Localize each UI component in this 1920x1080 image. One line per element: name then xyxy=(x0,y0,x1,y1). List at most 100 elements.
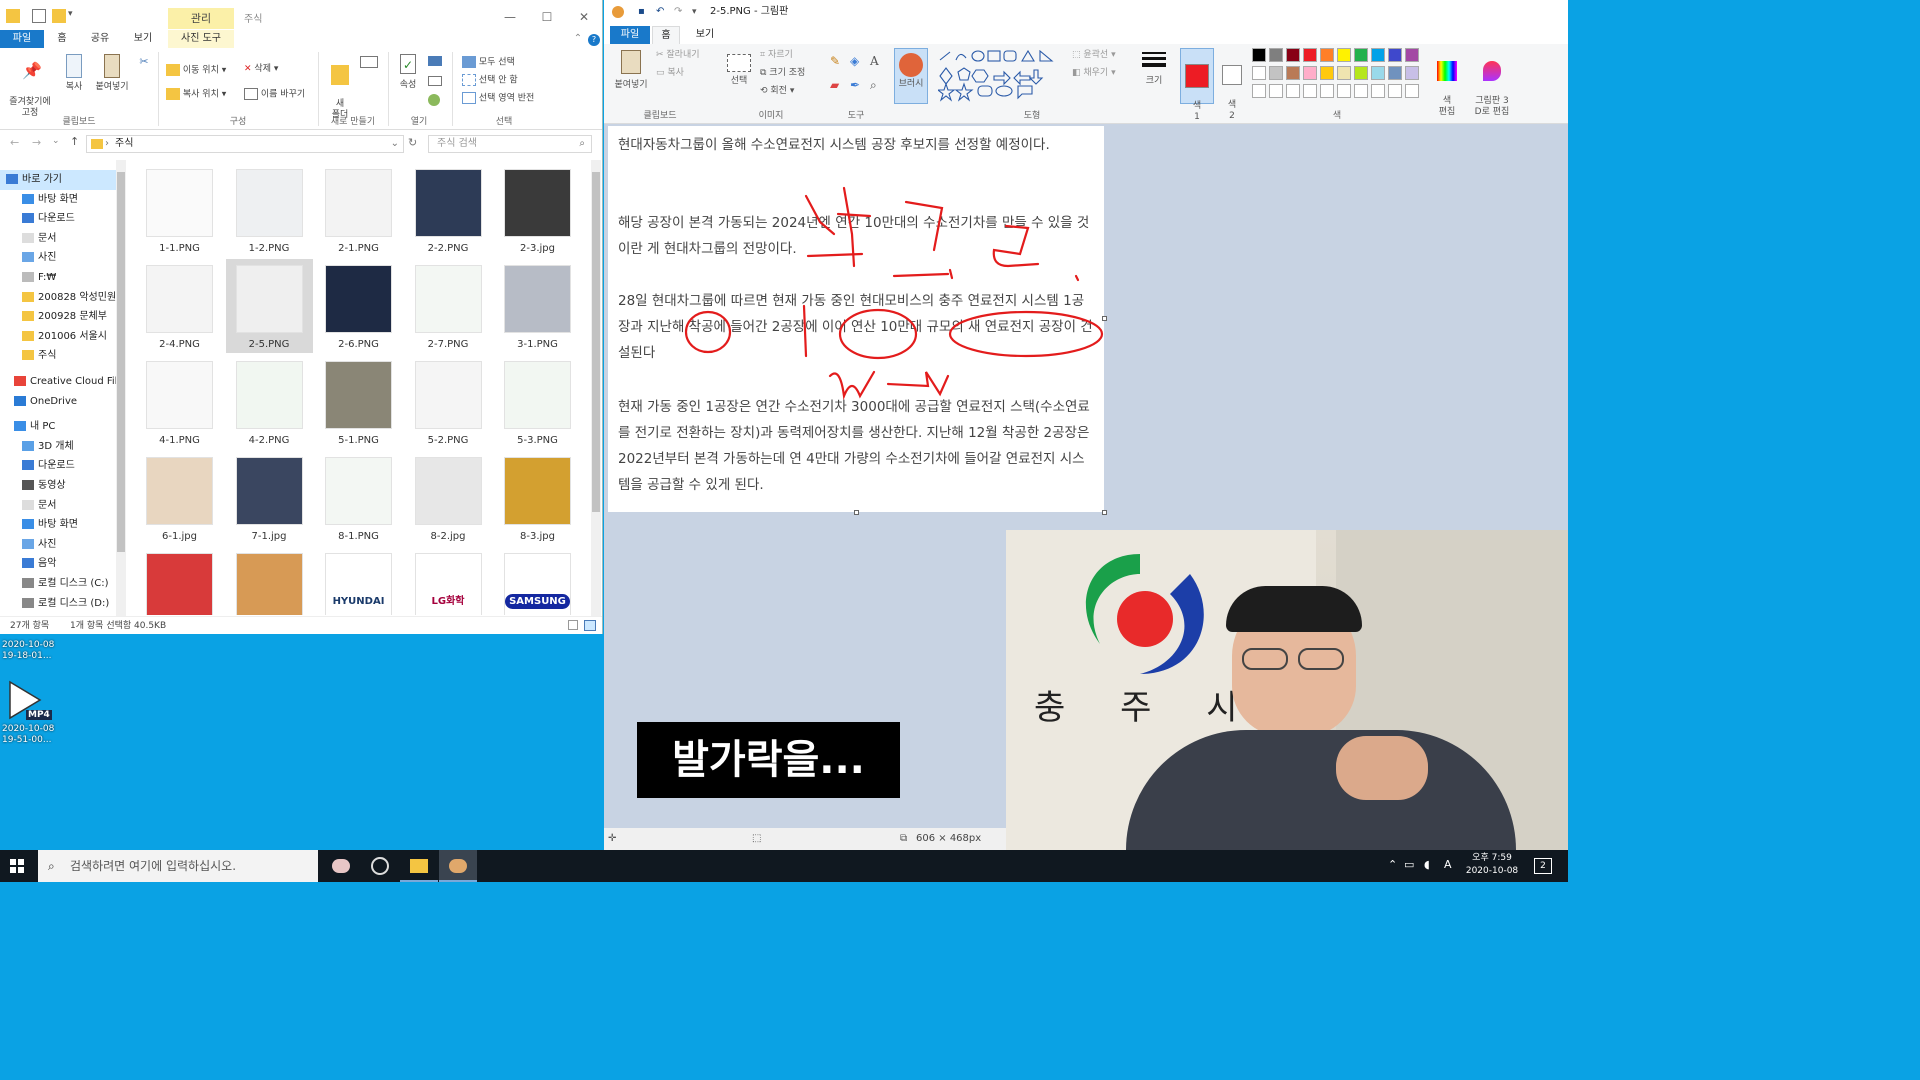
file-thumbnail[interactable]: 5-1.PNG xyxy=(315,355,402,449)
palette-swatch[interactable] xyxy=(1303,66,1317,80)
help-icon[interactable]: ? xyxy=(588,34,600,46)
select-none-button[interactable]: 선택 안 함 xyxy=(462,74,518,87)
palette-swatch[interactable] xyxy=(1320,66,1334,80)
taskbar-app-kakao[interactable] xyxy=(322,850,360,882)
nav-item[interactable]: 사진 xyxy=(0,535,126,555)
custom-color-slot[interactable] xyxy=(1303,84,1317,98)
recent-dropdown-icon[interactable]: ⌄ xyxy=(52,136,60,146)
crop-button[interactable]: ⌗ 자르기 xyxy=(760,50,793,61)
custom-color-slot[interactable] xyxy=(1371,84,1385,98)
quick-access-dropdown-icon[interactable]: ▾ xyxy=(692,0,697,24)
paint-tab-view[interactable]: 보기 xyxy=(690,26,720,44)
palette-swatch[interactable] xyxy=(1286,66,1300,80)
resize-button[interactable]: ⧉ 크기 조정 xyxy=(760,68,805,79)
undo-icon[interactable]: ↶ xyxy=(656,0,664,24)
start-button[interactable] xyxy=(10,859,24,873)
custom-color-slot[interactable] xyxy=(1354,84,1368,98)
nav-scrollbar[interactable] xyxy=(116,160,126,616)
paint-tab-file[interactable]: 파일 xyxy=(610,26,650,44)
rotate-button[interactable]: ⟲ 회전 ▾ xyxy=(760,86,794,97)
up-icon[interactable]: ↑ xyxy=(70,135,79,148)
palette-swatch[interactable] xyxy=(1354,48,1368,62)
file-thumbnail[interactable]: 2-1.PNG xyxy=(315,163,402,257)
forward-icon[interactable]: → xyxy=(32,136,41,149)
file-thumbnail[interactable]: SAMSUNG xyxy=(494,547,581,615)
notification-center-button[interactable]: 2 xyxy=(1534,858,1552,874)
nav-item[interactable]: 201006 서울시 xyxy=(0,327,126,347)
nav-item[interactable]: 문서 xyxy=(0,496,126,516)
move-to-button[interactable]: 이동 위치 ▾ xyxy=(166,64,226,77)
save-icon[interactable]: ▪ xyxy=(638,0,645,24)
file-thumbnail[interactable]: 2-6.PNG xyxy=(315,259,402,353)
volume-icon[interactable]: ◖ xyxy=(1424,858,1430,871)
fill-icon[interactable]: ◈ xyxy=(850,55,859,67)
file-thumbnail[interactable]: 2-4.PNG xyxy=(136,259,223,353)
brush-button[interactable]: 브러시 xyxy=(894,48,928,104)
nav-item[interactable]: 음악 xyxy=(0,554,126,574)
nav-scroll-thumb[interactable] xyxy=(117,172,125,552)
nav-item[interactable]: 200828 악성민원 xyxy=(0,288,126,308)
file-thumbnail[interactable]: 2-5.PNG xyxy=(225,259,313,353)
tab-picture-tools[interactable]: 사진 도구 xyxy=(168,30,234,48)
nav-item[interactable]: F:₩ xyxy=(0,268,126,288)
select-button[interactable]: 선택 xyxy=(724,54,754,87)
collapse-ribbon-icon[interactable]: ⌃ xyxy=(572,30,584,48)
properties-quick-icon[interactable] xyxy=(32,9,46,23)
rename-button[interactable]: 이름 바꾸기 xyxy=(244,88,305,101)
file-thumbnail[interactable]: 1-1.PNG xyxy=(136,163,223,257)
pencil-icon[interactable]: ✎ xyxy=(830,55,840,67)
tab-view[interactable]: 보기 xyxy=(126,30,160,48)
palette-swatch[interactable] xyxy=(1269,48,1283,62)
palette-swatch[interactable] xyxy=(1337,48,1351,62)
back-icon[interactable]: ← xyxy=(10,136,19,149)
file-thumbnail[interactable] xyxy=(226,547,313,615)
new-folder-button[interactable]: 새 폴더 xyxy=(326,54,354,121)
paint-paste-button[interactable]: 붙여넣기 xyxy=(614,50,648,91)
palette-swatch[interactable] xyxy=(1320,48,1334,62)
edit-icon[interactable] xyxy=(428,76,442,86)
large-icons-view-icon[interactable] xyxy=(584,620,596,631)
nav-item[interactable]: 사진 xyxy=(0,248,126,268)
address-field[interactable]: › 주식 ⌄ xyxy=(86,135,404,153)
tab-share[interactable]: 공유 xyxy=(84,30,116,48)
text-icon[interactable]: A xyxy=(870,55,879,67)
nav-item[interactable]: 바탕 화면 xyxy=(0,190,126,210)
shapes-gallery[interactable] xyxy=(936,49,1068,102)
color-picker-icon[interactable]: ✒ xyxy=(850,79,860,91)
nav-item[interactable]: 로컬 디스크 (D:) xyxy=(0,594,126,614)
taskbar-clock[interactable]: 오후 7:59 2020-10-08 xyxy=(1460,852,1524,878)
file-thumbnail[interactable]: 1-2.PNG xyxy=(226,163,313,257)
nav-item[interactable]: OneDrive xyxy=(0,392,126,412)
network-icon[interactable]: ▭ xyxy=(1404,858,1414,871)
files-scrollbar[interactable] xyxy=(591,160,601,616)
quick-access-dropdown-icon[interactable]: ▾ xyxy=(68,9,82,23)
nav-item[interactable]: 다운로드 xyxy=(0,209,126,229)
fill-button[interactable]: ◧ 채우기 ▾ xyxy=(1072,68,1116,79)
nav-item[interactable]: 200928 문체부 xyxy=(0,307,126,327)
properties-button[interactable]: ✓ 속성 xyxy=(396,54,420,91)
palette-swatch[interactable] xyxy=(1371,66,1385,80)
tray-expand-icon[interactable]: ⌃ xyxy=(1388,858,1397,871)
taskbar-search-input[interactable]: ⌕ 검색하려면 여기에 입력하십시오. xyxy=(38,850,318,882)
minimize-button[interactable]: — xyxy=(498,8,522,26)
palette-swatch[interactable] xyxy=(1405,48,1419,62)
taskbar-app-paint[interactable] xyxy=(439,850,477,882)
desktop-video-label[interactable]: 2020-10-08 19-51-00... xyxy=(2,724,54,746)
files-scroll-thumb[interactable] xyxy=(592,172,600,512)
new-item-icon[interactable] xyxy=(360,56,378,68)
file-thumbnail[interactable] xyxy=(136,547,223,615)
details-view-icon[interactable] xyxy=(568,620,578,630)
custom-color-slot[interactable] xyxy=(1252,84,1266,98)
tab-home[interactable]: 홈 xyxy=(48,30,76,48)
palette-swatch[interactable] xyxy=(1303,48,1317,62)
select-all-button[interactable]: 모두 선택 xyxy=(462,56,515,69)
palette-swatch[interactable] xyxy=(1269,66,1283,80)
search-input[interactable]: 주식 검색 ⌕ xyxy=(428,135,592,153)
pin-quick-access-button[interactable]: 📌 즐겨찾기에 고정 xyxy=(4,54,56,119)
file-thumbnail[interactable]: 5-3.PNG xyxy=(494,355,581,449)
taskbar-app-obs[interactable] xyxy=(361,850,399,882)
nav-item[interactable]: 동영상 xyxy=(0,476,126,496)
file-thumbnail[interactable]: 2-2.PNG xyxy=(405,163,492,257)
taskbar-app-explorer[interactable] xyxy=(400,850,438,882)
palette-swatch[interactable] xyxy=(1252,48,1266,62)
